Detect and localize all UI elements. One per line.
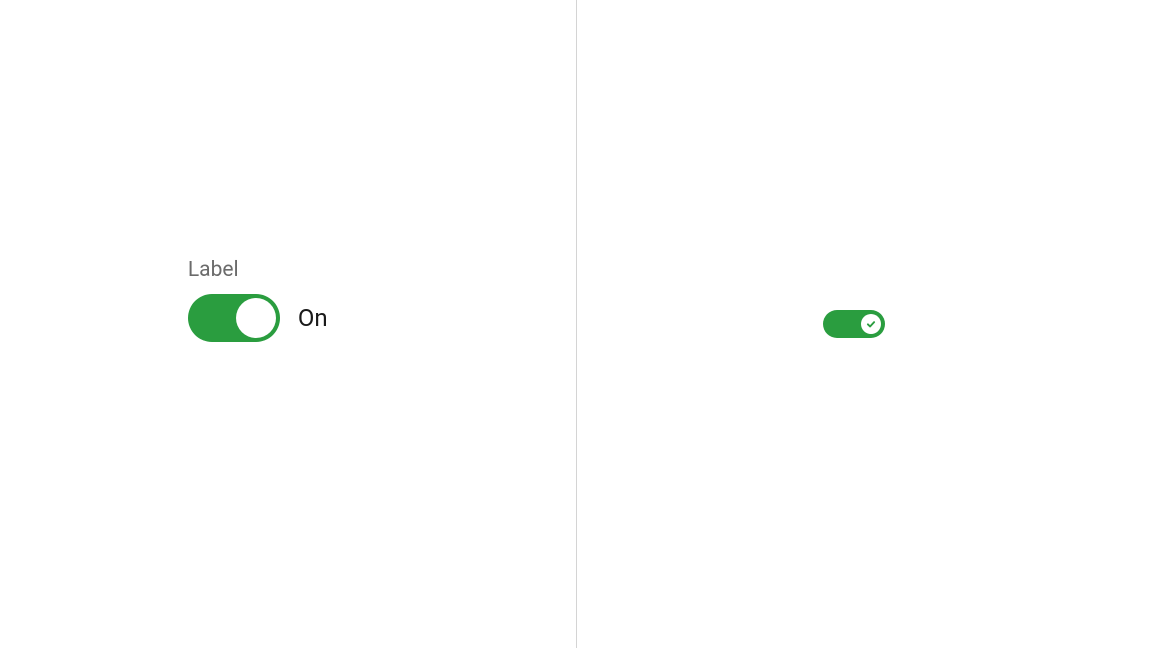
- toggle-thumb-small: [861, 314, 881, 334]
- toggle-state-text: On: [298, 304, 328, 332]
- toggle-label: Label: [188, 258, 328, 282]
- checkmark-icon: [866, 319, 876, 329]
- toggle-row: On: [188, 294, 328, 342]
- toggle-group: Label On: [188, 258, 328, 342]
- left-panel: Label On: [0, 0, 576, 648]
- toggle-switch-small[interactable]: [823, 310, 885, 338]
- toggle-switch-large[interactable]: [188, 294, 280, 342]
- toggle-thumb: [236, 298, 276, 338]
- right-panel: [577, 0, 1152, 648]
- main-container: Label On: [0, 0, 1152, 648]
